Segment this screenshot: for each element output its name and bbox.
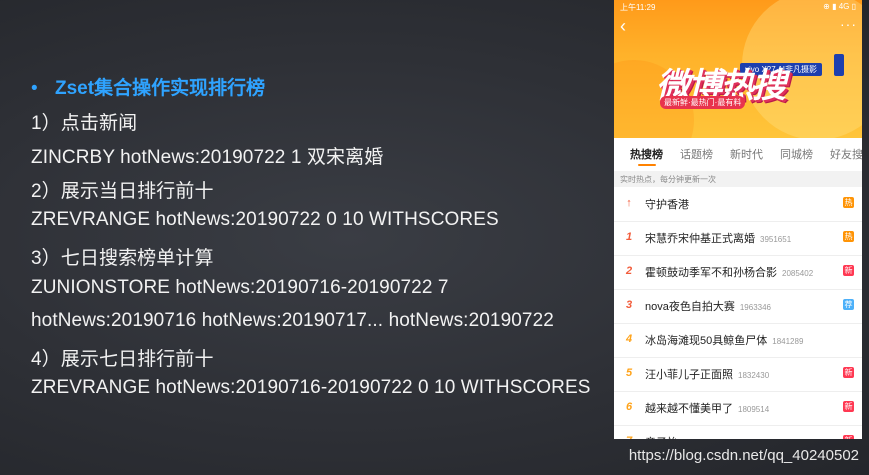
status-icons: ⊕ ▮ 4G ▯ (823, 2, 856, 11)
list-item[interactable]: 5 汪小菲儿子正面照 1832430 新 (614, 358, 862, 392)
item-count: 1832430 (738, 371, 770, 380)
item-badge: 新 (843, 367, 854, 378)
item-title: 冰岛海滩现50具鲸鱼尸体 1841289 (645, 332, 803, 348)
update-notice: 实时热点，每分钟更新一次 (614, 171, 862, 187)
item-title-text: 汪小菲儿子正面照 (645, 369, 733, 381)
slide-line-2: ZINCRBY hotNews:20190722 1 双宋离婚 (31, 147, 384, 168)
bullet-icon: • (31, 78, 38, 99)
item-badge: 热 (843, 231, 854, 242)
tab-bar: 热搜榜 话题榜 新时代 同城榜 好友搜 (614, 140, 862, 166)
rank-number: ↑ (626, 197, 632, 209)
item-badge: 新 (843, 265, 854, 276)
item-title: 守护香港 (645, 196, 689, 212)
rank-number: 4 (625, 333, 633, 345)
item-title: 汪小菲儿子正面照 1832430 (645, 366, 769, 382)
item-title: 越来越不懂美甲了 1809514 (645, 400, 769, 416)
rank-number: 1 (625, 231, 633, 243)
item-title-text: 越来越不懂美甲了 (645, 403, 733, 415)
slide-content: • Zset集合操作实现排行榜 1）点击新闻 ZINCRBY hotNews:20… (0, 0, 610, 475)
item-count: 1841289 (772, 337, 804, 346)
item-title-text: nova夜色自拍大赛 (645, 301, 735, 313)
slide-line-9: ZREVRANGE hotNews:20190716-20190722 0 10… (31, 377, 591, 398)
item-count: 1809514 (738, 405, 770, 414)
rank-number: 2 (625, 265, 633, 277)
list-item[interactable]: 6 越来越不懂美甲了 1809514 新 (614, 392, 862, 426)
item-count: 2085402 (782, 269, 814, 278)
item-title: 章子怡1327502 (645, 434, 714, 439)
list-item[interactable]: 3 nova夜色自拍大赛 1963346 荐 (614, 290, 862, 324)
list-item[interactable]: 1 宋慧乔宋仲基正式离婚 3951651 热 (614, 222, 862, 256)
list-item[interactable]: 7 章子怡1327502 新 (614, 426, 862, 439)
item-title-text: 章子怡 (645, 437, 678, 439)
slide-heading: • Zset集合操作实现排行榜 (31, 73, 265, 100)
item-count: 3951651 (760, 235, 792, 244)
tab-friends[interactable]: 好友搜 (830, 146, 862, 162)
list-item[interactable]: 4 冰岛海滩现50具鲸鱼尸体 1841289 (614, 324, 862, 358)
watermark-url: https://blog.csdn.net/qq_40240502 (628, 447, 859, 464)
status-time: 上午11:29 (620, 3, 656, 12)
hot-search-banner: 上午11:29 ⊕ ▮ 4G ▯ ‹ ··· vivo X27 AI非凡摄影 微… (614, 0, 862, 138)
slide-line-7: hotNews:20190716 hotNews:20190717... hot… (31, 310, 554, 331)
slide-line-4: ZREVRANGE hotNews:20190722 0 10 WITHSCOR… (31, 209, 499, 230)
item-title-text: 守护香港 (645, 199, 689, 211)
item-badge: 荐 (843, 299, 854, 310)
item-title-text: 宋慧乔宋仲基正式离婚 (645, 233, 755, 245)
more-icon[interactable]: ··· (840, 17, 856, 34)
rank-number: 7 (623, 435, 635, 439)
back-arrow-icon[interactable]: ‹ (620, 17, 636, 35)
item-title: 宋慧乔宋仲基正式离婚 3951651 (645, 230, 791, 246)
slide-line-6: ZUNIONSTORE hotNews:20190716-20190722 7 (31, 277, 449, 298)
slide-line-5: 3）七日搜索榜单计算 (31, 248, 214, 269)
list-item[interactable]: 2 霍顿鼓动季军不和孙杨合影 2085402 新 (614, 256, 862, 290)
tab-hot-search[interactable]: 热搜榜 (630, 146, 663, 162)
item-title-text: 霍顿鼓动季军不和孙杨合影 (645, 267, 777, 279)
active-tab-indicator (638, 164, 656, 166)
tab-local[interactable]: 同城榜 (780, 146, 813, 162)
item-count: 1963346 (739, 303, 772, 312)
item-title: 霍顿鼓动季军不和孙杨合影 2085402 (645, 264, 813, 280)
heading-text: Zset集合操作实现排行榜 (55, 78, 266, 99)
item-badge: 热 (843, 197, 854, 208)
tab-topics[interactable]: 话题榜 (680, 146, 713, 162)
banner-subtitle: 最新鲜·最热门·最有料 (660, 96, 746, 109)
update-notice-text: 实时热点，每分钟更新一次 (620, 175, 716, 184)
list-item[interactable]: ↑ 守护香港 热 (614, 188, 862, 222)
item-badge: 新 (843, 401, 854, 412)
slide-line-1: 1）点击新闻 (31, 113, 138, 134)
rank-number: 5 (625, 367, 633, 379)
slide-line-3: 2）展示当日排行前十 (31, 181, 214, 202)
slide-line-8: 4）展示七日排行前十 (31, 349, 214, 370)
rank-number: 3 (625, 299, 633, 311)
item-badge: 新 (843, 435, 854, 439)
status-bar: 上午11:29 ⊕ ▮ 4G ▯ (620, 2, 856, 14)
sponsor-phone-image (834, 54, 844, 76)
tab-new-era[interactable]: 新时代 (730, 146, 763, 162)
rank-number: 6 (625, 401, 633, 413)
phone-screenshot: 上午11:29 ⊕ ▮ 4G ▯ ‹ ··· vivo X27 AI非凡摄影 微… (614, 0, 862, 439)
item-title-text: 冰岛海滩现50具鲸鱼尸体 (645, 335, 768, 347)
item-title: nova夜色自拍大赛 1963346 (645, 298, 771, 314)
